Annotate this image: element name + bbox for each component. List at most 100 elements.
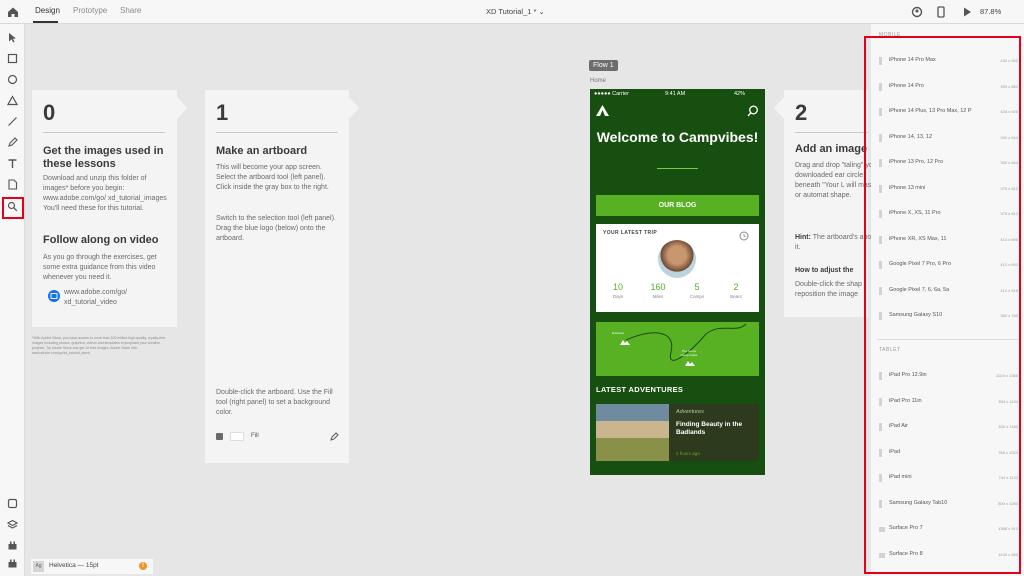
video-link[interactable]: www.adobe.com/go/ xd_tutorial_video [64, 288, 144, 308]
text-tool[interactable] [4, 155, 21, 172]
stat-label: Days [612, 294, 624, 299]
artboard-icon [8, 179, 18, 190]
tab-prototype[interactable]: Prototype [73, 6, 107, 15]
step-number: 1 [216, 100, 229, 125]
card-heading-video: Follow along on video [43, 234, 159, 246]
trail-map[interactable]: Entrance The Group Camp Grass [596, 322, 759, 376]
fill-checkbox[interactable] [216, 433, 223, 440]
left-toolbar [0, 24, 25, 576]
zoom-tool[interactable] [4, 198, 21, 215]
stat-camps: 5 Camps [679, 282, 715, 299]
polygon-tool[interactable] [4, 92, 21, 109]
plugins-tool[interactable] [4, 537, 21, 554]
device-preview-icon[interactable] [934, 5, 948, 19]
layers-tool[interactable] [4, 516, 21, 533]
logo-icon [596, 105, 609, 116]
carrier-text: ●●●●● Carrier [594, 91, 629, 97]
card-text: This will become your app screen. Select… [216, 164, 329, 191]
map-label: The Group Camp Grass [680, 349, 698, 357]
adventure-category: Adventures [676, 409, 704, 415]
adventure-time: 2 hours ago [676, 451, 700, 456]
step-number: 2 [795, 100, 808, 125]
tab-share[interactable]: Share [120, 6, 141, 15]
font-name: Helvetica — 15pt [49, 562, 99, 569]
missing-font-status[interactable]: Ag Helvetica — 15pt ! [31, 559, 153, 574]
trip-card-title: YOUR LATEST TRIP [603, 230, 658, 236]
home-icon[interactable] [6, 5, 20, 19]
step-number: 0 [43, 100, 56, 125]
stock-footnote: *With Adobe Stock, you have access to mo… [32, 336, 166, 355]
user-icon[interactable] [910, 5, 924, 19]
battery-text: 42% [734, 91, 746, 97]
select-icon [9, 33, 16, 43]
eyedropper-icon[interactable] [330, 431, 340, 441]
stat-label: Bears [730, 294, 742, 299]
card-text-3: Double-click the artboard. Use the Fill … [216, 389, 333, 416]
divider [43, 132, 165, 133]
ellipse-tool[interactable] [4, 71, 21, 88]
tab-design[interactable]: Design [35, 6, 60, 15]
avatar [658, 240, 696, 278]
stat-bears: 2 Bears [718, 282, 754, 299]
zoom-level[interactable]: 87.8% [980, 7, 1001, 16]
font-icon: Ag [33, 561, 44, 572]
polygon-icon [7, 95, 18, 106]
our-blog-button[interactable]: OUR BLOG [596, 195, 759, 216]
line-tool[interactable] [4, 113, 21, 130]
card-text: Download and unzip this folder of images… [43, 175, 167, 212]
artboard-name[interactable]: Home [590, 78, 606, 84]
pen-tool[interactable] [4, 134, 21, 151]
hint-label: Hint: [795, 234, 811, 241]
top-bar: Design Prototype Share XD Tutorial_1 * ⌄… [0, 0, 1024, 24]
instruction-card-0[interactable]: 0 Get the images used in these lessons D… [32, 90, 177, 327]
play-icon[interactable] [960, 5, 974, 19]
artboard-tool[interactable] [4, 176, 21, 193]
card-heading: Make an artboard [216, 145, 308, 157]
card-pointer [177, 97, 187, 119]
stat-label: Miles [652, 294, 664, 299]
instruction-card-2[interactable]: 2 Add an image Drag and drop "taling" yo… [784, 90, 879, 317]
zoom-icon [7, 201, 18, 212]
search-icon[interactable] [747, 105, 759, 117]
plugins-icon [8, 559, 17, 568]
latest-trip-card[interactable]: YOUR LATEST TRIP 10 Days 160 Miles 5 Camps … [596, 224, 759, 312]
map-label: Entrance [612, 331, 625, 335]
stat-miles: 160 Miles [640, 282, 676, 299]
stat-value: 160 [650, 282, 666, 292]
clock-icon [739, 231, 749, 241]
chevron-down-icon: ⌄ [538, 7, 545, 16]
ellipse-icon [7, 74, 18, 85]
card-pointer [349, 97, 359, 119]
mountain-icon [620, 340, 630, 345]
fill-swatch[interactable] [230, 432, 244, 441]
text-icon [8, 159, 17, 168]
select-tool[interactable] [4, 29, 21, 46]
assets-icon [7, 498, 18, 509]
title-underline [657, 168, 698, 169]
stat-value: 2 [733, 282, 739, 292]
status-time: 9:41 AM [665, 91, 686, 97]
stat-label: Camps [689, 294, 705, 299]
assets-tool[interactable] [4, 495, 21, 512]
video-icon [48, 290, 60, 302]
pen-icon [8, 137, 18, 147]
home-artboard[interactable]: ●●●●● Carrier 9:41 AM 42% Welcome to Cam… [590, 89, 765, 475]
badlands-image[interactable] [596, 404, 669, 461]
divider [795, 132, 868, 133]
document-title[interactable]: XD Tutorial_1 * ⌄ [486, 7, 545, 16]
card-pointer-left [774, 97, 784, 119]
fill-label: Fill [251, 433, 259, 439]
stat-value: 5 [694, 282, 700, 292]
active-tab-indicator [33, 21, 58, 23]
line-icon [8, 117, 17, 126]
card-text-2: Switch to the selection tool (left panel… [216, 215, 336, 242]
instruction-card-1[interactable]: 1 Make an artboard This will become your… [205, 90, 349, 463]
layers-icon [7, 519, 18, 529]
card-text-video: As you go through the exercises, get som… [43, 254, 157, 281]
document-title-text: XD Tutorial_1 * [486, 7, 537, 16]
plugins-tool-2[interactable] [4, 555, 21, 572]
stat-days: 10 Days [600, 282, 636, 299]
rectangle-tool[interactable] [4, 50, 21, 67]
flow-label[interactable]: Flow 1 [589, 60, 618, 71]
warning-icon: ! [139, 562, 147, 570]
